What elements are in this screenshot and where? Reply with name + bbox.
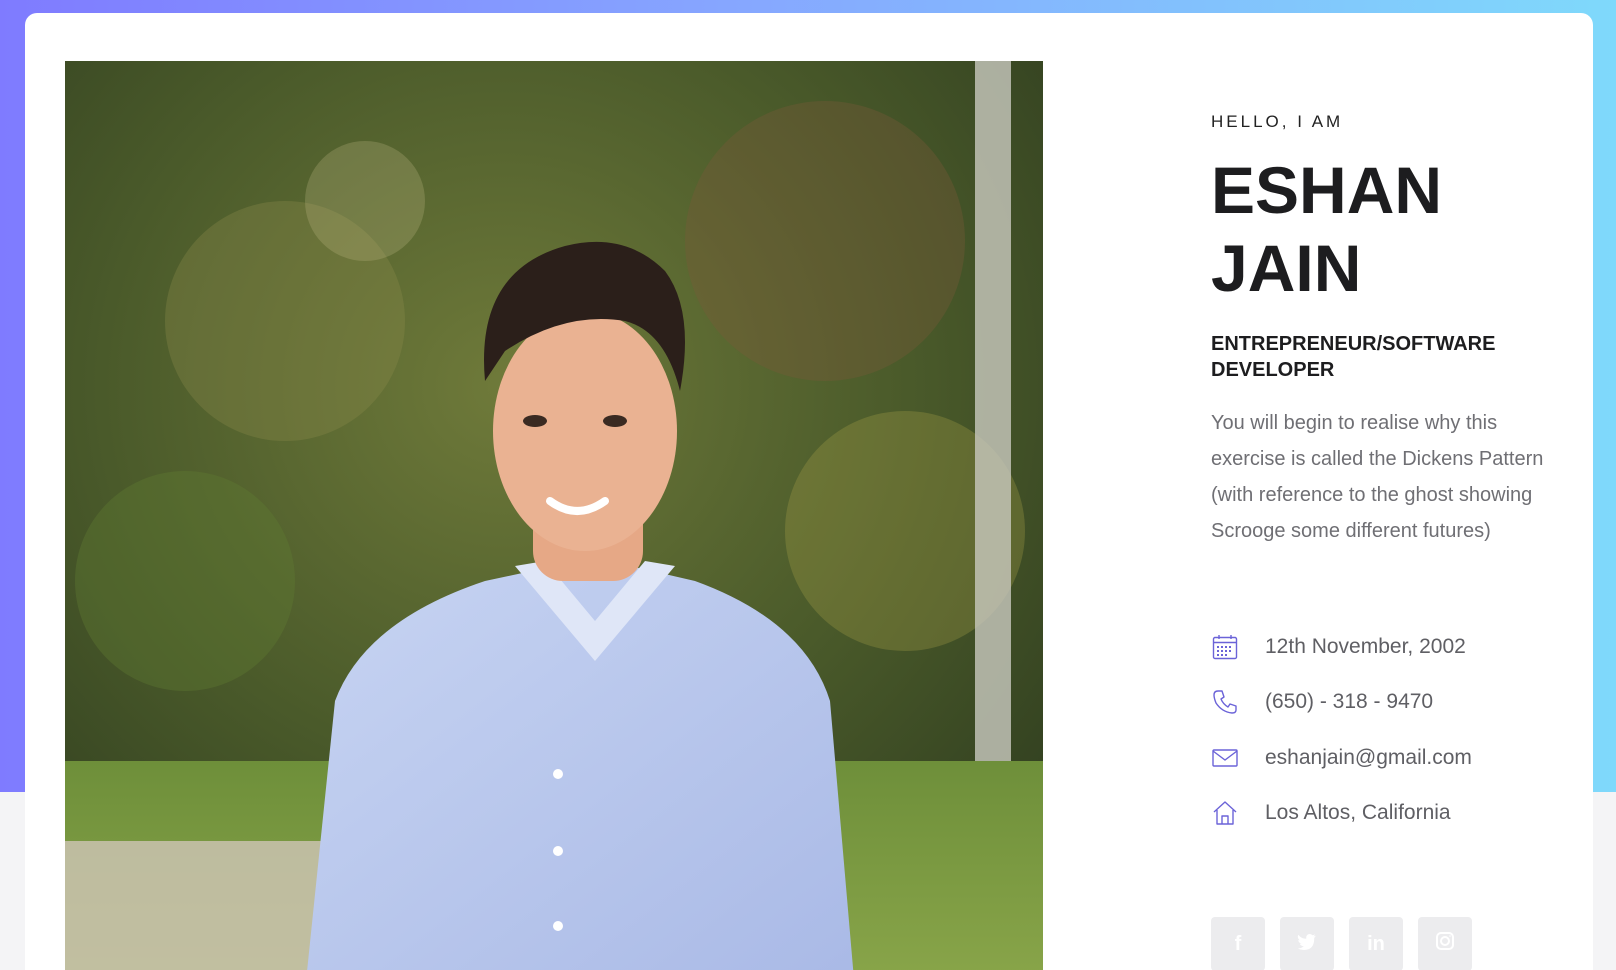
detail-phone-text: (650) - 318 - 9470 (1265, 690, 1434, 713)
calendar-icon (1211, 633, 1239, 661)
detail-email-text: eshanjain@gmail.com (1265, 746, 1472, 769)
linkedin-button[interactable]: in (1349, 917, 1403, 970)
facebook-button[interactable]: f (1211, 917, 1265, 970)
instagram-button[interactable] (1418, 917, 1472, 970)
facebook-icon: f (1234, 932, 1242, 955)
name-line-first: ESHAN (1211, 153, 1443, 227)
detail-email: eshanjain@gmail.com (1211, 742, 1472, 774)
linkedin-icon: in (1367, 932, 1385, 955)
twitter-icon (1297, 933, 1317, 956)
mail-icon (1211, 744, 1239, 772)
profile-card: HELLO, I AM ESHAN JAIN ENTREPRENEUR/SOFT… (25, 13, 1593, 970)
greeting-text: HELLO, I AM (1211, 112, 1344, 131)
detail-location: Los Altos, California (1211, 797, 1451, 829)
social-links: f in (1211, 917, 1472, 970)
home-icon (1211, 799, 1239, 827)
detail-phone: (650) - 318 - 9470 (1211, 686, 1433, 718)
name-line-last: JAIN (1211, 231, 1362, 305)
twitter-button[interactable] (1280, 917, 1334, 970)
bio-text: You will begin to realise why this exerc… (1211, 412, 1544, 542)
phone-icon (1211, 688, 1239, 716)
profile-name: ESHAN JAIN (1211, 151, 1442, 307)
detail-location-text: Los Altos, California (1265, 801, 1451, 824)
profile-photo (65, 61, 1043, 970)
detail-birthday-text: 12th November, 2002 (1265, 635, 1466, 658)
instagram-icon (1435, 931, 1455, 957)
role-title: ENTREPRENEUR/SOFTWARE DEVELOPER (1211, 333, 1496, 381)
detail-birthday: 12th November, 2002 (1211, 631, 1466, 663)
